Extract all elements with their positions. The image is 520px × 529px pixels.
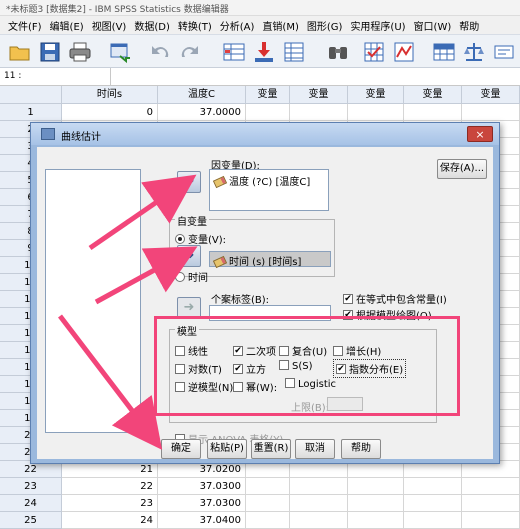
table-cell[interactable]	[404, 512, 462, 529]
table-cell[interactable]	[348, 104, 404, 121]
dialog-title-bar: 曲线估计 ×	[31, 123, 499, 145]
table-cell[interactable]: 37.0400	[158, 512, 246, 529]
table-cell[interactable]	[290, 512, 348, 529]
menu-item[interactable]: 实用程序(U)	[346, 18, 409, 33]
undo-icon[interactable]	[148, 40, 172, 64]
reset-button[interactable]: 重置(R)	[251, 439, 291, 459]
table-cell[interactable]: 24	[62, 512, 158, 529]
table-cell[interactable]	[290, 495, 348, 512]
menu-item[interactable]: 窗口(W)	[410, 18, 456, 33]
save-button[interactable]: 保存(A)...	[437, 159, 487, 179]
menu-bar: 文件(F) 编辑(E) 视图(V) 数据(D) 转换(T) 分析(A) 直销(M) 图形(G)…	[0, 16, 520, 34]
print-icon[interactable]	[68, 40, 92, 64]
goto-case-icon[interactable]	[222, 40, 246, 64]
table-cell[interactable]	[290, 478, 348, 495]
goto-variable-icon[interactable]	[252, 40, 276, 64]
weight-cases-icon[interactable]	[462, 40, 486, 64]
table-cell[interactable]: 0	[62, 104, 158, 121]
dialog-title: 曲线估计	[61, 132, 101, 143]
close-button[interactable]: ×	[467, 126, 493, 142]
menu-item[interactable]: 数据(D)	[130, 18, 174, 33]
table-cell[interactable]	[246, 512, 290, 529]
dialog-recall-icon[interactable]	[108, 40, 132, 64]
table-cell[interactable]	[462, 478, 520, 495]
row-header[interactable]: 1	[0, 104, 62, 121]
table-cell[interactable]	[290, 104, 348, 121]
table-cell[interactable]	[404, 104, 462, 121]
menu-item[interactable]: 图形(G)	[303, 18, 347, 33]
table-cell[interactable]: 37.0300	[158, 495, 246, 512]
independent-item[interactable]: 时间 (s) [时间s]	[212, 253, 301, 269]
dialog-app-icon	[41, 128, 55, 140]
menu-item[interactable]: 视图(V)	[88, 18, 131, 33]
table-cell[interactable]: 37.0000	[158, 104, 246, 121]
table-cell[interactable]	[462, 495, 520, 512]
insert-variable-icon[interactable]	[392, 40, 416, 64]
table-cell[interactable]	[246, 104, 290, 121]
scale-variable-icon	[212, 255, 228, 269]
column-header[interactable]: 变量	[246, 86, 290, 104]
menu-item[interactable]: 分析(A)	[216, 18, 259, 33]
find-icon[interactable]	[326, 40, 350, 64]
dependent-item[interactable]: 温度 (?C) [温度C]	[212, 173, 310, 189]
value-labels-icon[interactable]	[492, 40, 516, 64]
menu-item[interactable]: 直销(M)	[258, 18, 302, 33]
row-header[interactable]: 24	[0, 495, 62, 512]
cell-address: 11 :	[4, 71, 22, 81]
source-variable-list[interactable]	[45, 169, 141, 433]
redo-icon[interactable]	[178, 40, 202, 64]
table-cell[interactable]	[348, 478, 404, 495]
window-title-bar: *未标题3 [数据集2] - IBM SPSS Statistics 数据编辑器	[0, 0, 520, 16]
open-icon[interactable]	[8, 40, 32, 64]
scale-variable-icon	[212, 175, 228, 189]
cell-address-bar: 11 :	[0, 68, 520, 86]
split-file-icon[interactable]	[432, 40, 456, 64]
move-to-dependent-button[interactable]: ➜	[177, 171, 201, 193]
column-header[interactable]: 变量	[462, 86, 520, 104]
table-cell[interactable]	[246, 495, 290, 512]
independent-group-title: 自变量	[175, 213, 209, 228]
column-header[interactable]: 时间s	[62, 86, 158, 104]
table-cell[interactable]: 22	[62, 478, 158, 495]
table-cell[interactable]	[462, 512, 520, 529]
column-header[interactable]: 温度C	[158, 86, 246, 104]
dependent-list[interactable]: 温度 (?C) [温度C]	[209, 169, 329, 211]
table-cell[interactable]	[404, 478, 462, 495]
window-title: *未标题3 [数据集2] - IBM SPSS Statistics 数据编辑器	[6, 5, 229, 15]
help-button[interactable]: 帮助	[341, 439, 381, 459]
move-to-independent-button[interactable]: ➜	[177, 245, 201, 267]
table-cell[interactable]	[404, 495, 462, 512]
table-cell[interactable]	[348, 512, 404, 529]
menu-item[interactable]: 转换(T)	[174, 18, 216, 33]
insert-cases-icon[interactable]	[362, 40, 386, 64]
time-radio[interactable]: 时间	[175, 269, 208, 284]
table-cell[interactable]	[348, 495, 404, 512]
include-constant-checkbox[interactable]: ✔ 在等式中包含常量(I)	[343, 291, 447, 306]
menu-item[interactable]: 文件(F)	[4, 18, 46, 33]
menu-item[interactable]: 帮助	[455, 18, 483, 33]
column-header[interactable]: 变量	[290, 86, 348, 104]
column-header[interactable]: 变量	[348, 86, 404, 104]
variable-radio[interactable]: 变量(V):	[175, 231, 226, 246]
row-header[interactable]: 25	[0, 512, 62, 529]
ok-button[interactable]: 确定	[161, 439, 201, 459]
independent-list[interactable]: 时间 (s) [时间s]	[209, 251, 331, 269]
column-header[interactable]: 变量	[404, 86, 462, 104]
paste-button[interactable]: 粘贴(P)	[207, 439, 247, 459]
table-cell[interactable]: 23	[62, 495, 158, 512]
variables-icon[interactable]	[282, 40, 306, 64]
table-cell[interactable]	[246, 478, 290, 495]
row-header[interactable]: 23	[0, 478, 62, 495]
grid-corner	[0, 86, 62, 104]
menu-item[interactable]: 编辑(E)	[46, 18, 88, 33]
toolbar	[0, 34, 520, 68]
table-cell[interactable]: 37.0300	[158, 478, 246, 495]
cancel-button[interactable]: 取消	[295, 439, 335, 459]
save-icon[interactable]	[38, 40, 62, 64]
models-highlight-box	[154, 316, 460, 416]
case-labels-label: 个案标签(B):	[211, 295, 270, 306]
table-cell[interactable]	[462, 104, 520, 121]
